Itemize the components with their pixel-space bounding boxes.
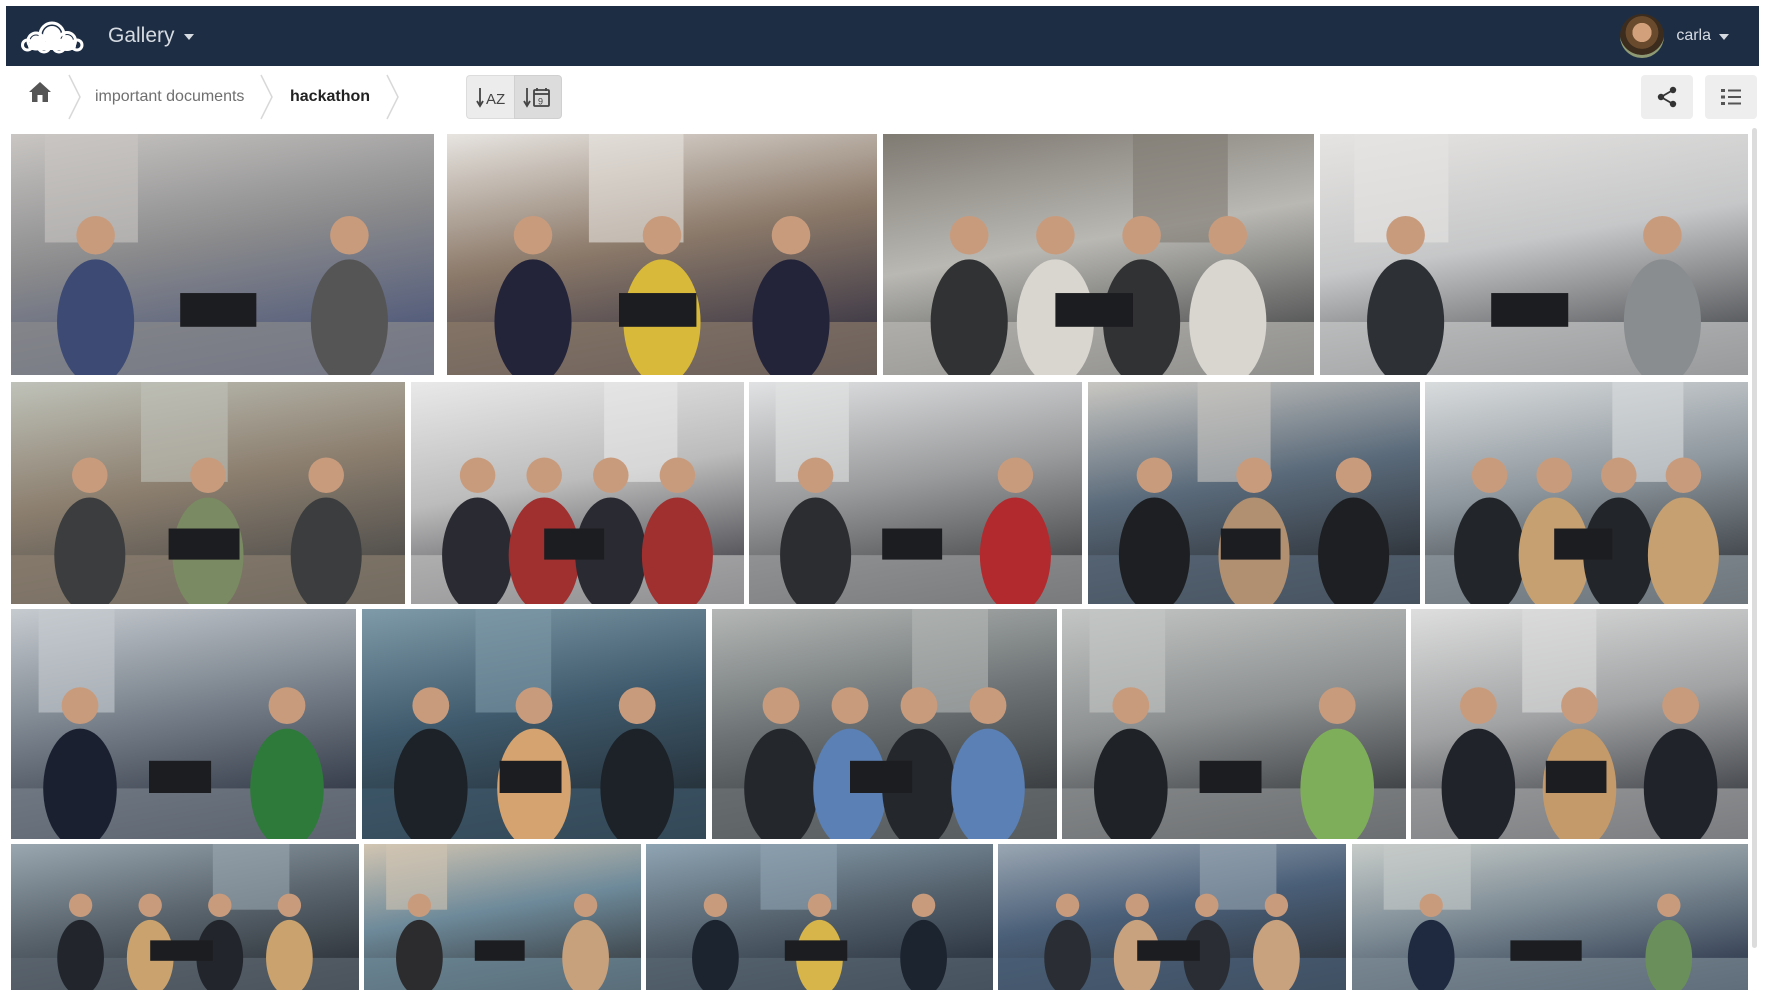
- caret-down-icon: [1719, 34, 1729, 40]
- photo-thumbnail: [1425, 382, 1748, 604]
- photo-thumbnail: [1320, 134, 1748, 375]
- photo-thumbnail: [11, 134, 434, 375]
- photo-thumbnail: [362, 609, 706, 839]
- sort-date-icon: 9: [523, 88, 550, 108]
- photo-thumbnail: [883, 134, 1314, 375]
- photo-thumbnail: [1088, 382, 1420, 604]
- gallery-photo[interactable]: [411, 382, 744, 604]
- caret-down-icon: [183, 34, 194, 40]
- user-name: carla: [1676, 27, 1711, 44]
- gallery-photo[interactable]: [712, 609, 1057, 839]
- gallery-photo[interactable]: [1062, 609, 1406, 839]
- gallery-photo[interactable]: [749, 382, 1082, 604]
- gallery-photo[interactable]: [362, 609, 706, 839]
- app-menu[interactable]: Gallery: [108, 6, 194, 66]
- photo-thumbnail: [364, 844, 641, 990]
- gallery-photo[interactable]: [364, 844, 641, 990]
- photo-thumbnail: [447, 134, 877, 375]
- sort-by-date-button[interactable]: 9: [514, 75, 562, 119]
- sort-by-name-button[interactable]: AZ: [466, 75, 514, 119]
- gallery-photo[interactable]: [447, 134, 877, 375]
- gallery-photo[interactable]: [1320, 134, 1748, 375]
- top-header: Gallery carla: [6, 6, 1759, 66]
- gallery-photo[interactable]: [11, 844, 359, 990]
- controls-bar: important documents hackathon AZ 9: [0, 66, 1765, 130]
- gallery-photo[interactable]: [883, 134, 1314, 375]
- gallery-photo[interactable]: [646, 844, 993, 990]
- gallery-photo[interactable]: [1411, 609, 1748, 839]
- breadcrumb-home[interactable]: [28, 80, 52, 104]
- photo-thumbnail: [646, 844, 993, 990]
- gallery-photo[interactable]: [11, 382, 405, 604]
- photo-thumbnail: [1062, 609, 1406, 839]
- photo-thumbnail: [11, 382, 405, 604]
- share-button[interactable]: [1641, 75, 1693, 119]
- user-menu[interactable]: carla: [1620, 6, 1729, 66]
- gallery-photo[interactable]: [1425, 382, 1748, 604]
- photo-thumbnail: [1411, 609, 1748, 839]
- home-icon: [29, 82, 51, 102]
- svg-text:AZ: AZ: [486, 91, 505, 108]
- breadcrumb-item-hackathon[interactable]: hackathon: [290, 88, 370, 106]
- app-name: Gallery: [108, 24, 175, 47]
- cloud-logo-icon[interactable]: [20, 16, 84, 61]
- photo-thumbnail: [11, 844, 359, 990]
- photo-thumbnail: [712, 609, 1057, 839]
- gallery-photo[interactable]: [1088, 382, 1420, 604]
- photo-gallery: [0, 0, 1765, 990]
- svg-text:9: 9: [538, 97, 543, 107]
- photo-thumbnail: [749, 382, 1082, 604]
- photo-thumbnail: [998, 844, 1346, 990]
- photo-thumbnail: [11, 609, 356, 839]
- breadcrumb-separator-icon: [386, 74, 399, 120]
- sort-alphabetical-icon: AZ: [475, 88, 505, 108]
- gallery-photo[interactable]: [998, 844, 1346, 990]
- share-icon: [1657, 86, 1677, 108]
- gallery-photo[interactable]: [1352, 844, 1748, 990]
- list-view-button[interactable]: [1705, 75, 1757, 119]
- avatar: [1620, 14, 1665, 58]
- scrollbar[interactable]: [1752, 128, 1757, 948]
- list-view-icon: [1721, 89, 1741, 105]
- gallery-photo[interactable]: [11, 134, 434, 375]
- breadcrumb-separator-icon: [260, 74, 273, 120]
- breadcrumb-item-important-documents[interactable]: important documents: [95, 88, 244, 106]
- gallery-photo[interactable]: [11, 609, 356, 839]
- photo-thumbnail: [411, 382, 744, 604]
- photo-thumbnail: [1352, 844, 1748, 990]
- breadcrumb-separator-icon: [68, 74, 81, 120]
